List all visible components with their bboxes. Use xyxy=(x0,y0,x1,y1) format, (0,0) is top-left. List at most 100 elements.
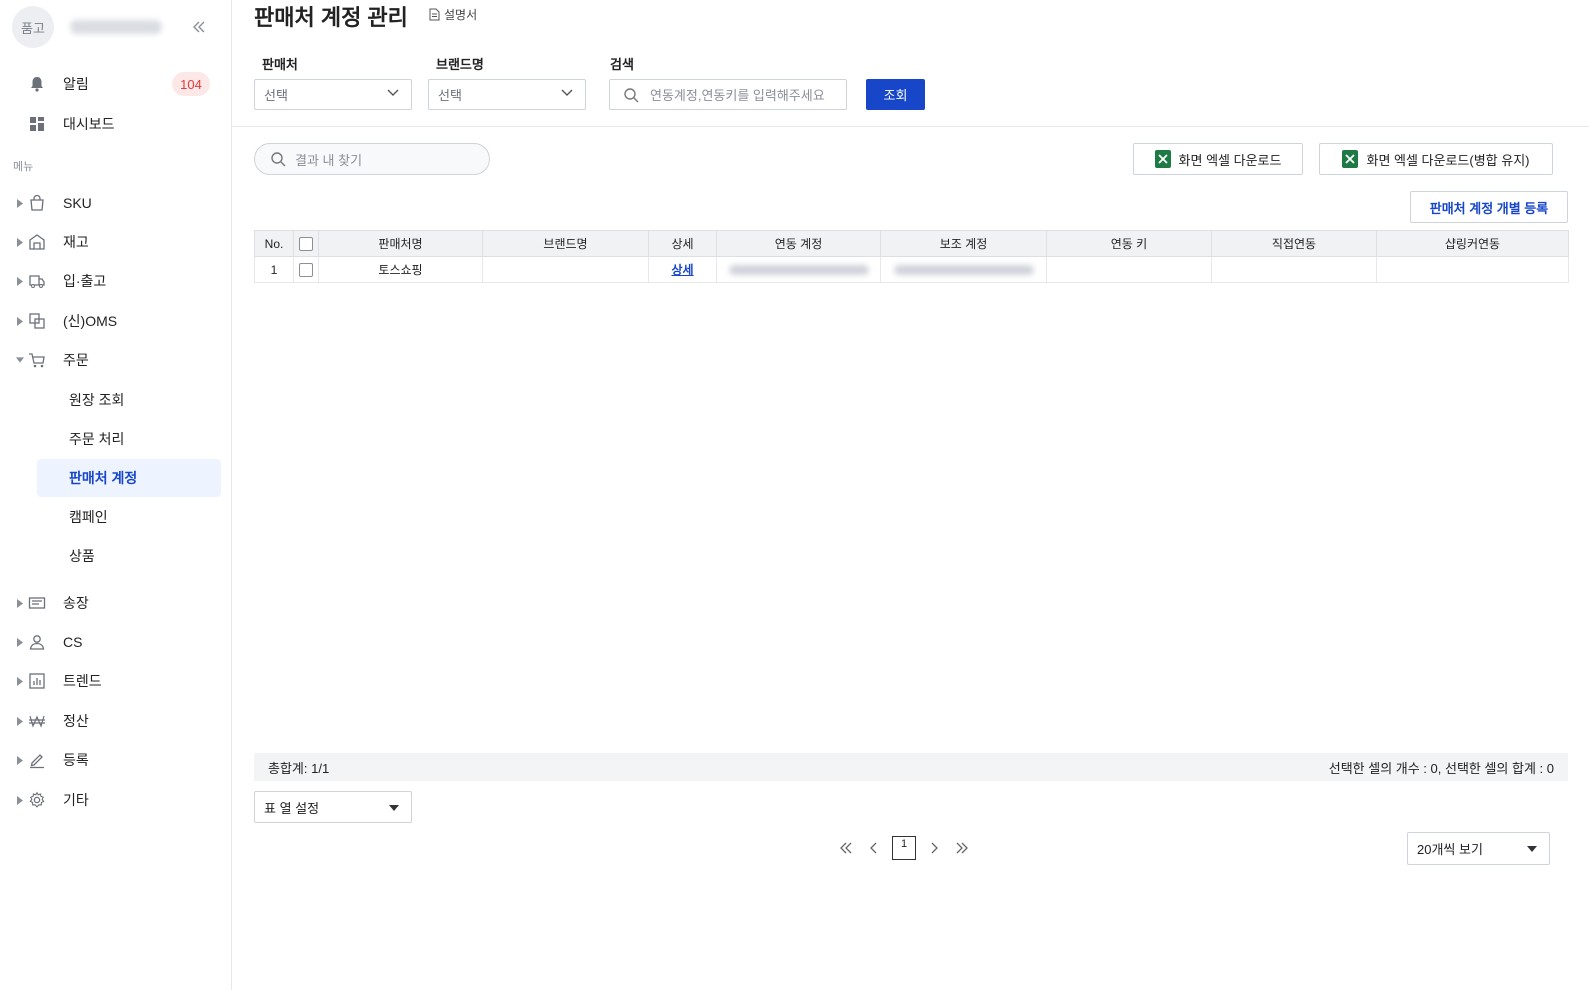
caret-right-icon xyxy=(16,237,24,247)
caret-down-icon xyxy=(389,805,399,811)
column-header-shoplinker-link[interactable]: 샵링커연동 xyxy=(1376,230,1569,257)
sidebar-item-order[interactable]: 주문 xyxy=(0,343,231,377)
chevron-right-icon xyxy=(931,842,938,854)
column-header-linked-account[interactable]: 연동 계정 xyxy=(716,230,881,257)
manual-link[interactable]: 설명서 xyxy=(429,6,477,23)
column-header-detail[interactable]: 상세 xyxy=(648,230,717,257)
prev-page-button[interactable] xyxy=(864,836,884,860)
sidebar-header: 품고 xyxy=(12,6,222,50)
cell-detail: 상세 xyxy=(648,256,717,283)
register-seller-account-button[interactable]: 판매처 계정 개별 등록 xyxy=(1410,191,1568,223)
sidebar-subitem-label: 주문 처리 xyxy=(69,431,125,447)
detail-link[interactable]: 상세 xyxy=(671,263,693,277)
caret-right-icon xyxy=(16,316,24,326)
table-row[interactable]: 1 토스쇼핑 상세 xyxy=(254,256,1569,283)
seller-select[interactable]: 선택 xyxy=(254,79,412,110)
dashboard-icon xyxy=(28,115,46,133)
column-header-link-key[interactable]: 연동 키 xyxy=(1046,230,1212,257)
sidebar-item-label: 트렌드 xyxy=(63,673,102,689)
column-header-seller[interactable]: 판매처명 xyxy=(318,230,483,257)
column-setting-value: 표 열 설정 xyxy=(264,800,320,816)
query-button[interactable]: 조회 xyxy=(866,79,925,110)
select-all-checkbox[interactable] xyxy=(299,236,313,251)
excel-download-merge-label: 화면 엑셀 다운로드(병합 유지) xyxy=(1366,152,1530,168)
first-page-button[interactable] xyxy=(836,836,856,860)
sidebar-item-label: 알림 xyxy=(63,76,89,92)
caret-right-icon xyxy=(16,637,24,647)
linked-account-blurred xyxy=(728,265,869,276)
sidebar-item-alarm[interactable]: 알림 104 xyxy=(0,67,231,101)
sidebar: 품고 알림 104 대시보드 메뉴 SKU 재고 입·출고 (신)OMS 주문 … xyxy=(0,0,232,990)
seller-account-table: No. 판매처명 브랜드명 상세 연동 계정 보조 계정 연동 키 직접연동 샵… xyxy=(254,230,1569,283)
column-header-direct-link[interactable]: 직접연동 xyxy=(1211,230,1377,257)
sidebar-item-oms[interactable]: (신)OMS xyxy=(0,304,231,338)
sidebar-item-label: 기타 xyxy=(63,792,89,808)
shopping-bag-icon xyxy=(28,194,46,212)
excel-download-merge-button[interactable]: 화면 엑셀 다운로드(병합 유지) xyxy=(1319,143,1553,175)
cell-sub-account xyxy=(880,256,1047,283)
sidebar-item-dashboard[interactable]: 대시보드 xyxy=(0,107,231,141)
excel-icon xyxy=(1154,150,1171,168)
caret-right-icon xyxy=(16,795,24,805)
sidebar-item-register[interactable]: 등록 xyxy=(0,743,231,777)
current-page[interactable]: 1 xyxy=(892,836,916,860)
table-summary-bar: 총합계: 1/1 선택한 셀의 개수 : 0, 선택한 셀의 합계 : 0 xyxy=(254,753,1568,781)
sidebar-item-label: 대시보드 xyxy=(63,116,115,132)
sidebar-item-cs[interactable]: CS xyxy=(0,625,231,659)
seller-select-value: 선택 xyxy=(264,88,288,103)
cell-select xyxy=(293,256,319,283)
collapse-sidebar-button[interactable] xyxy=(188,16,210,38)
search-icon xyxy=(624,88,639,103)
sidebar-item-inbound-outbound[interactable]: 입·출고 xyxy=(0,264,231,298)
sidebar-item-label: (신)OMS xyxy=(63,313,118,329)
sidebar-item-label: 재고 xyxy=(63,234,89,250)
excel-download-button[interactable]: 화면 엑셀 다운로드 xyxy=(1133,143,1303,175)
caret-right-icon xyxy=(16,716,24,726)
sidebar-item-label: 주문 xyxy=(63,352,89,368)
row-checkbox[interactable] xyxy=(299,262,313,277)
sidebar-subitem-order-processing[interactable]: 주문 처리 xyxy=(37,420,221,458)
column-header-no[interactable]: No. xyxy=(254,230,294,257)
find-in-results-input[interactable] xyxy=(295,150,481,170)
sidebar-item-label: CS xyxy=(63,634,83,650)
chevron-down-icon xyxy=(561,89,573,96)
avatar[interactable]: 품고 xyxy=(12,6,54,48)
menu-section-label: 메뉴 xyxy=(13,161,34,173)
double-chevron-left-icon xyxy=(193,21,205,33)
per-page-select[interactable]: 20개씩 보기 xyxy=(1407,832,1550,865)
sidebar-item-invoice[interactable]: 송장 xyxy=(0,586,231,620)
search-input[interactable] xyxy=(650,85,842,105)
sidebar-item-label: 정산 xyxy=(63,713,89,729)
column-header-brand[interactable]: 브랜드명 xyxy=(482,230,649,257)
sidebar-item-settlement[interactable]: 정산 xyxy=(0,704,231,738)
person-icon xyxy=(28,633,46,651)
excel-icon xyxy=(1342,150,1359,168)
cell-shoplinker-link xyxy=(1376,256,1569,283)
double-chevron-left-icon xyxy=(840,842,852,854)
cell-link-key xyxy=(1046,256,1212,283)
double-chevron-right-icon xyxy=(956,842,968,854)
sidebar-item-inventory[interactable]: 재고 xyxy=(0,225,231,259)
next-page-button[interactable] xyxy=(924,836,944,860)
sidebar-item-label: 입·출고 xyxy=(63,273,107,289)
sidebar-subitem-label: 캠페인 xyxy=(69,509,108,525)
column-setting-select[interactable]: 표 열 설정 xyxy=(254,791,412,823)
last-page-button[interactable] xyxy=(952,836,972,860)
sidebar-subitem-label: 판매처 계정 xyxy=(69,470,138,486)
search-icon xyxy=(271,152,286,167)
sidebar-item-sku[interactable]: SKU xyxy=(0,186,231,220)
sidebar-subitem-campaign[interactable]: 캠페인 xyxy=(37,498,221,536)
selection-info: 선택한 셀의 개수 : 0, 선택한 셀의 합계 : 0 xyxy=(1328,760,1554,776)
brand-select[interactable]: 선택 xyxy=(428,79,586,110)
sidebar-item-etc[interactable]: 기타 xyxy=(0,783,231,817)
bar-chart-icon xyxy=(28,672,46,690)
sidebar-subitem-label: 원장 조회 xyxy=(69,392,125,408)
column-header-sub-account[interactable]: 보조 계정 xyxy=(880,230,1047,257)
chevron-left-icon xyxy=(870,842,877,854)
sidebar-subitem-ledger[interactable]: 원장 조회 xyxy=(37,381,221,419)
sidebar-item-trend[interactable]: 트렌드 xyxy=(0,664,231,698)
sidebar-subitem-seller-account[interactable]: 판매처 계정 xyxy=(37,459,221,497)
cell-no: 1 xyxy=(254,256,294,283)
sidebar-subitem-label: 상품 xyxy=(69,548,95,564)
sidebar-subitem-product[interactable]: 상품 xyxy=(37,537,221,575)
